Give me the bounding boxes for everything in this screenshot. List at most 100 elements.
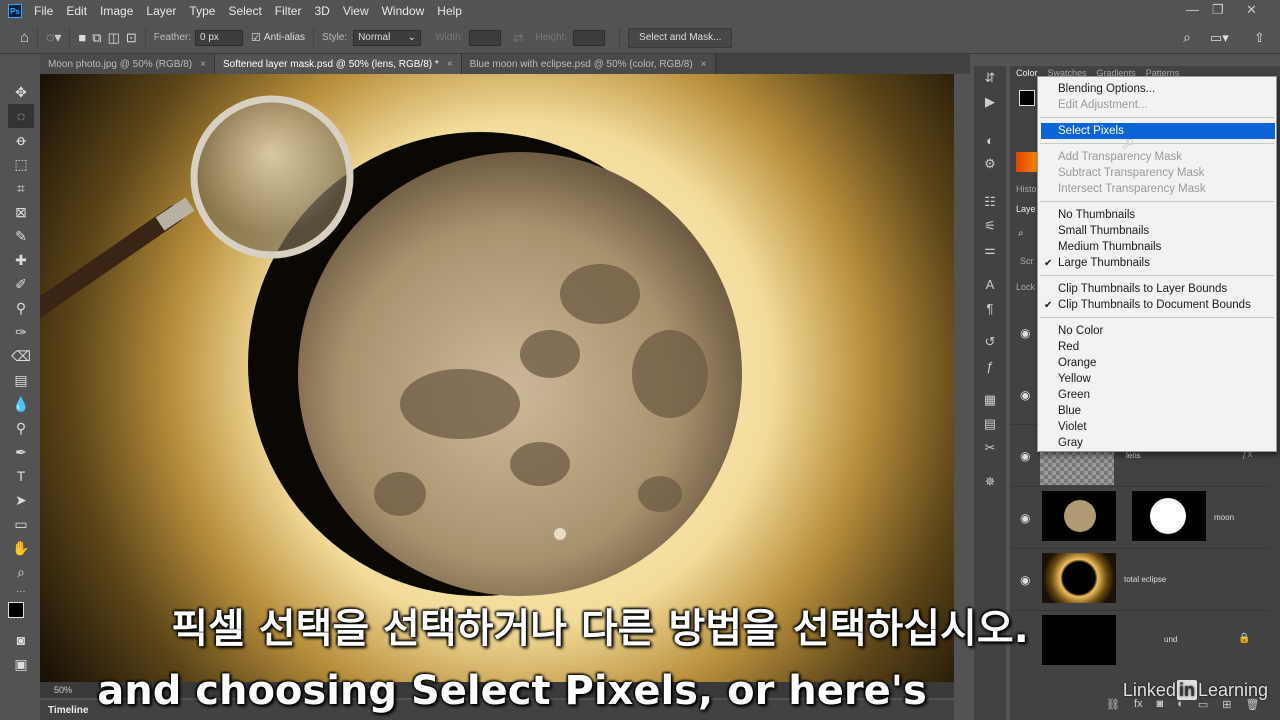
color-swatch-icon[interactable] — [1019, 90, 1035, 106]
brush-icon[interactable]: ✐ — [8, 272, 34, 296]
eye-icon[interactable]: ◉ — [1020, 511, 1030, 525]
gradient-icon[interactable]: ▤ — [8, 368, 34, 392]
paragraph-style-icon[interactable]: ⇵ — [974, 66, 1006, 90]
menu-window[interactable]: Window — [382, 4, 425, 18]
play-icon[interactable]: ▶ — [974, 90, 1006, 114]
rectangle-icon[interactable]: ▭ — [8, 512, 34, 536]
menu-select[interactable]: Select — [228, 4, 261, 18]
menu-item-intersect-transparency-mask[interactable]: Intersect Transparency Mask — [1038, 181, 1276, 197]
paragraph-icon[interactable]: ¶ — [974, 296, 1006, 320]
clone-stamp-icon[interactable]: ⚲ — [8, 296, 34, 320]
tab-history[interactable]: Histo — [1016, 184, 1037, 194]
menu-item-select-pixels[interactable]: Select Pixels — [1041, 123, 1275, 139]
eraser-icon[interactable]: ⌫ — [8, 344, 34, 368]
share-icon[interactable]: ⇧ — [1254, 30, 1265, 46]
menu-item-blending-options[interactable]: Blending Options... — [1038, 81, 1276, 97]
search-icon[interactable]: ⌕ — [1183, 29, 1191, 46]
workspace-icon[interactable]: ▭▾ — [1210, 30, 1229, 46]
blend-mode-select[interactable]: Scr — [1020, 256, 1034, 266]
type-icon[interactable]: T — [8, 464, 34, 488]
restore-icon[interactable]: ❐ — [1212, 2, 1224, 18]
menu-help[interactable]: Help — [437, 4, 462, 18]
height-input[interactable] — [573, 29, 606, 46]
zoom-icon[interactable]: ⌕ — [8, 560, 34, 584]
menu-3d[interactable]: 3D — [314, 4, 329, 18]
menu-item-no-thumbnails[interactable]: No Thumbnails — [1038, 207, 1276, 223]
character-icon[interactable]: A — [974, 272, 1006, 296]
home-icon[interactable]: ⌂ — [20, 29, 29, 46]
adjustments-icon[interactable]: ◐ — [974, 128, 1006, 152]
libraries-icon[interactable]: ☷ — [974, 190, 1006, 214]
menu-item-orange[interactable]: Orange — [1038, 355, 1276, 371]
filter-search-icon[interactable]: ⌕ — [1018, 228, 1024, 239]
menu-item-add-transparency-mask[interactable]: Add Transparency Mask — [1038, 149, 1276, 165]
notes-icon[interactable]: ▦ — [974, 388, 1006, 412]
eye-icon[interactable]: ◉ — [1020, 388, 1030, 402]
marquee-preset-icon[interactable]: ◌▾ — [46, 29, 61, 46]
tab-softened-layer-mask[interactable]: Softened layer mask.psd @ 50% (lens, RGB… — [214, 54, 462, 74]
actions-icon[interactable]: ƒ — [974, 354, 1006, 378]
object-select-icon[interactable]: ⬚ — [8, 152, 34, 176]
menu-item-red[interactable]: Red — [1038, 339, 1276, 355]
select-and-mask-button[interactable]: Select and Mask... — [628, 27, 733, 48]
menu-item-large-thumbnails[interactable]: ✔ Large Thumbnails — [1038, 255, 1276, 271]
minimize-icon[interactable]: — — [1186, 2, 1199, 17]
navigator-icon[interactable]: ✵ — [974, 470, 1006, 494]
history-icon[interactable]: ↺ — [974, 330, 1006, 354]
frame-icon[interactable]: ⊠ — [8, 200, 34, 224]
menu-image[interactable]: Image — [100, 4, 133, 18]
menu-item-small-thumbnails[interactable]: Small Thumbnails — [1038, 223, 1276, 239]
menu-filter[interactable]: Filter — [275, 4, 302, 18]
eye-icon[interactable]: ◉ — [1020, 326, 1030, 340]
history-brush-icon[interactable]: ✑ — [8, 320, 34, 344]
antialias-checkbox[interactable]: ☑ — [251, 31, 261, 44]
feather-input[interactable]: 0 px — [195, 29, 244, 46]
close-tab-icon[interactable]: × — [200, 59, 206, 70]
styles-icon[interactable]: ⚙ — [974, 152, 1006, 176]
move-tool-icon[interactable]: ✥ — [8, 80, 34, 104]
document-canvas[interactable] — [40, 74, 954, 682]
menu-item-subtract-transparency-mask[interactable]: Subtract Transparency Mask — [1038, 165, 1276, 181]
healing-brush-icon[interactable]: ✚ — [8, 248, 34, 272]
menu-item-yellow[interactable]: Yellow — [1038, 371, 1276, 387]
eye-icon[interactable]: ◉ — [1020, 449, 1030, 463]
menu-item-gray[interactable]: Gray — [1038, 435, 1276, 451]
menu-item-blue[interactable]: Blue — [1038, 403, 1276, 419]
lasso-icon[interactable]: ꝋ — [8, 128, 34, 152]
color-ramp[interactable] — [1016, 152, 1038, 172]
eyedropper-icon[interactable]: ✎ — [8, 224, 34, 248]
path-select-icon[interactable]: ➤ — [8, 488, 34, 512]
tab-color[interactable]: Color — [1016, 68, 1038, 78]
close-tab-icon[interactable]: × — [701, 59, 707, 70]
subtract-selection-icon[interactable]: ◫ — [108, 30, 120, 46]
menu-item-green[interactable]: Green — [1038, 387, 1276, 403]
hand-icon[interactable]: ✋ — [8, 536, 34, 560]
menu-file[interactable]: File — [34, 4, 53, 18]
swap-icon[interactable]: ⇄ — [513, 31, 523, 45]
pen-icon[interactable]: ✒ — [8, 440, 34, 464]
crop-icon[interactable]: ⌗ — [8, 176, 34, 200]
menu-item-no-color[interactable]: No Color — [1038, 323, 1276, 339]
eye-icon[interactable]: ◉ — [1020, 573, 1030, 587]
close-icon[interactable]: ✕ — [1246, 2, 1257, 18]
menu-item-clip-layer-bounds[interactable]: Clip Thumbnails to Layer Bounds — [1038, 281, 1276, 297]
tab-blue-moon[interactable]: Blue moon with eclipse.psd @ 50% (color,… — [461, 54, 716, 74]
menu-item-violet[interactable]: Violet — [1038, 419, 1276, 435]
elliptical-marquee-icon[interactable]: ◌ — [8, 104, 34, 128]
menu-item-clip-document-bounds[interactable]: ✔ Clip Thumbnails to Document Bounds — [1038, 297, 1276, 313]
blur-icon[interactable]: 💧 — [8, 392, 34, 416]
menu-type[interactable]: Type — [189, 4, 215, 18]
tools-icon[interactable]: ✂ — [974, 436, 1006, 460]
tab-layers[interactable]: Laye — [1016, 204, 1036, 214]
close-tab-icon[interactable]: × — [447, 59, 453, 70]
add-selection-icon[interactable]: ⧉ — [92, 30, 101, 46]
new-selection-icon[interactable]: ■ — [78, 30, 86, 45]
menu-layer[interactable]: Layer — [146, 4, 176, 18]
dodge-icon[interactable]: ⚲ — [8, 416, 34, 440]
menu-edit[interactable]: Edit — [66, 4, 87, 18]
menu-view[interactable]: View — [343, 4, 369, 18]
menu-item-edit-adjustment[interactable]: Edit Adjustment... — [1038, 97, 1276, 113]
comments-icon[interactable]: ▤ — [974, 412, 1006, 436]
layer-row[interactable]: ◉ moon — [1010, 486, 1270, 546]
width-input[interactable] — [469, 29, 502, 46]
